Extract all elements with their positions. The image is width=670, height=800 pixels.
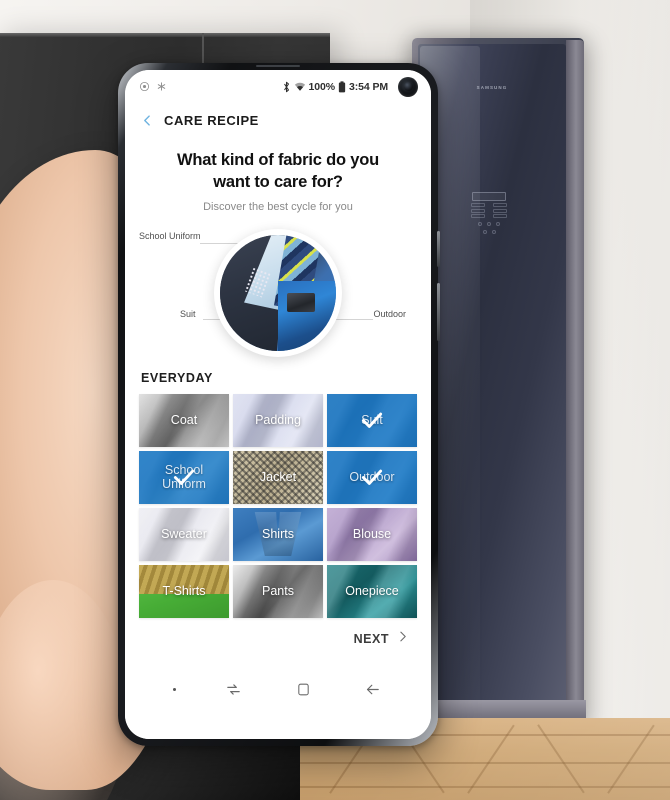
power-button[interactable] <box>437 283 440 341</box>
fabric-tile-pants[interactable]: Pants <box>233 564 323 618</box>
tile-label: Blouse <box>352 527 392 542</box>
section-title-everyday: EVERYDAY <box>141 370 213 385</box>
dial-preview-circle[interactable] <box>214 228 342 357</box>
back-arrow-icon[interactable] <box>361 678 383 700</box>
chevron-right-icon <box>396 630 409 648</box>
clock-label: 3:54 PM <box>349 80 388 93</box>
fabric-tile-suit[interactable]: Suit <box>327 393 417 447</box>
tile-label: Coat <box>170 413 198 428</box>
dial-label-outdoor[interactable]: Outdoor <box>373 309 406 319</box>
fabric-tile-sweater[interactable]: Sweater <box>139 507 229 561</box>
asterisk-icon <box>156 81 167 92</box>
tile-label: Sweater <box>161 527 207 542</box>
home-icon[interactable] <box>292 678 314 700</box>
headline-line-2: want to care for? <box>213 172 343 191</box>
check-icon <box>361 412 383 428</box>
tile-label: Shirts <box>262 527 294 542</box>
headline-line-1: What kind of fabric do you <box>177 151 379 169</box>
fabric-tile-jacket[interactable]: Jacket <box>233 450 323 504</box>
airdresser-key-row <box>468 214 510 218</box>
fabric-tile-t-shirts[interactable]: T-Shirts <box>139 564 229 618</box>
next-button-label: NEXT <box>353 631 389 646</box>
next-button[interactable]: NEXT <box>125 618 431 648</box>
battery-icon <box>338 80 346 93</box>
nav-dot-indicator-icon <box>172 687 176 691</box>
android-navigation-bar <box>125 648 431 739</box>
tile-label: Jacket <box>259 470 297 485</box>
headline-block: What kind of fabric do you want to care … <box>125 137 431 213</box>
back-chevron-icon[interactable] <box>141 114 154 127</box>
airdresser-icon-row <box>468 222 510 226</box>
headline-subtitle: Discover the best cycle for you <box>203 200 353 213</box>
cabinet-top-edge <box>0 33 330 37</box>
airdresser-control-panel <box>468 192 510 234</box>
airdresser-key-row <box>468 203 510 207</box>
wifi-icon <box>294 81 306 92</box>
fabric-tile-outdoor[interactable]: Outdoor <box>327 450 417 504</box>
location-icon <box>139 81 150 92</box>
volume-button[interactable] <box>437 231 440 267</box>
tile-label: Onepiece <box>345 584 399 599</box>
fabric-tile-shirts[interactable]: Shirts <box>233 507 323 561</box>
dial-label-suit[interactable]: Suit <box>180 309 196 319</box>
airdresser-icon-row <box>468 230 510 234</box>
fabric-tile-grid: Coat Padding Suit School Uniform Jacket Outdoo… <box>125 393 431 618</box>
airdresser-display <box>472 192 506 201</box>
check-icon <box>361 469 383 485</box>
smartphone-device: 100% 3:54 PM CARE RECIPE What kind of fa… <box>118 63 440 746</box>
app-bar: CARE RECIPE <box>125 103 431 137</box>
earpiece-speaker <box>256 65 300 67</box>
fabric-tile-padding[interactable]: Padding <box>233 393 323 447</box>
fabric-tile-blouse[interactable]: Blouse <box>327 507 417 561</box>
fabric-tile-school-uniform[interactable]: School Uniform <box>139 450 229 504</box>
front-camera-icon <box>398 76 418 97</box>
dial-label-school-uniform[interactable]: School Uniform <box>139 231 201 241</box>
tile-label: T-Shirts <box>162 584 206 599</box>
product-photo-scene: SAMSUNG 100% 3:54 PM CARE RECIPE What ki… <box>0 0 670 800</box>
samsung-logo: SAMSUNG <box>476 85 508 90</box>
tile-label: Padding <box>255 413 301 428</box>
airdresser-key-row <box>468 208 510 213</box>
fabric-tile-onepiece[interactable]: Onepiece <box>327 564 417 618</box>
battery-percent-label: 100% <box>308 80 336 93</box>
airdresser-side-panel <box>566 40 584 724</box>
bluetooth-icon <box>282 81 291 93</box>
page-title: CARE RECIPE <box>164 112 259 128</box>
phone-screen: 100% 3:54 PM CARE RECIPE What kind of fa… <box>125 70 431 739</box>
dial-preview-image <box>220 234 336 351</box>
fabric-dial-carousel[interactable]: School Uniform Suit Outdoor <box>125 223 431 365</box>
tile-label: Pants <box>262 584 294 599</box>
fabric-tile-coat[interactable]: Coat <box>139 393 229 447</box>
recents-icon[interactable] <box>223 678 245 700</box>
status-bar: 100% 3:54 PM <box>125 70 431 103</box>
check-icon <box>173 469 195 485</box>
